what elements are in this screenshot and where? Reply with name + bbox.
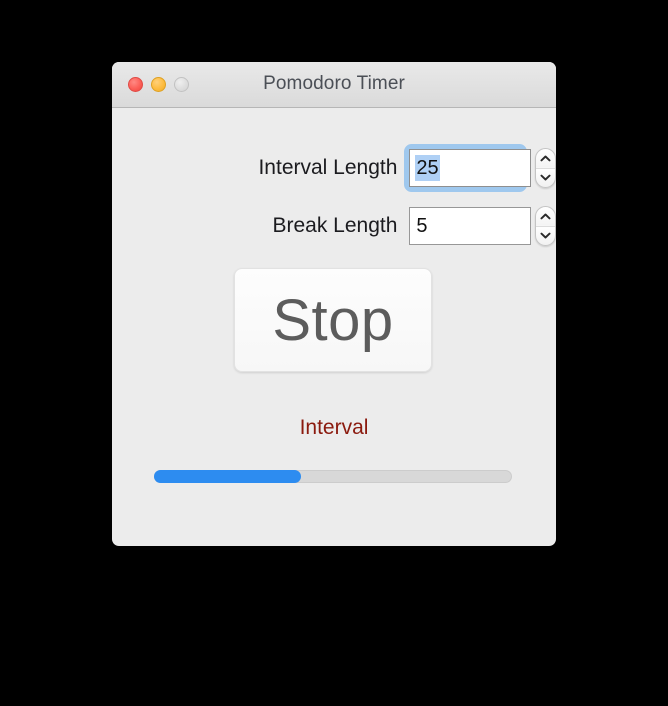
break-length-row: Break Length <box>112 206 556 246</box>
break-length-label: Break Length <box>272 214 398 237</box>
desktop-background: Pomodoro Timer Interval Length 25 Break … <box>0 0 668 706</box>
window-content: Interval Length 25 Break Length 5 Stop I… <box>112 108 556 545</box>
interval-length-label: Interval Length <box>258 156 398 179</box>
interval-length-input[interactable] <box>409 149 532 187</box>
interval-stepper-down-icon[interactable] <box>536 169 555 188</box>
interval-length-row: Interval Length 25 <box>112 148 556 188</box>
interval-length-stepper[interactable] <box>535 148 556 188</box>
progress-fill <box>154 470 301 483</box>
pomodoro-timer-window: Pomodoro Timer Interval Length 25 Break … <box>112 62 556 546</box>
break-length-stepper[interactable] <box>535 206 556 246</box>
break-length-field-wrapper[interactable] <box>409 207 532 245</box>
timer-phase-status: Interval <box>299 416 369 439</box>
interval-stepper-up-icon[interactable] <box>536 149 555 169</box>
window-titlebar[interactable]: Pomodoro Timer <box>112 62 556 108</box>
break-stepper-down-icon[interactable] <box>536 227 555 246</box>
timer-progress-bar <box>154 470 512 483</box>
stop-button[interactable]: Stop <box>234 268 432 372</box>
interval-length-field-wrapper[interactable]: 25 <box>409 149 532 187</box>
break-length-input[interactable] <box>409 207 532 245</box>
break-stepper-up-icon[interactable] <box>536 207 555 227</box>
window-title: Pomodoro Timer <box>263 73 405 94</box>
